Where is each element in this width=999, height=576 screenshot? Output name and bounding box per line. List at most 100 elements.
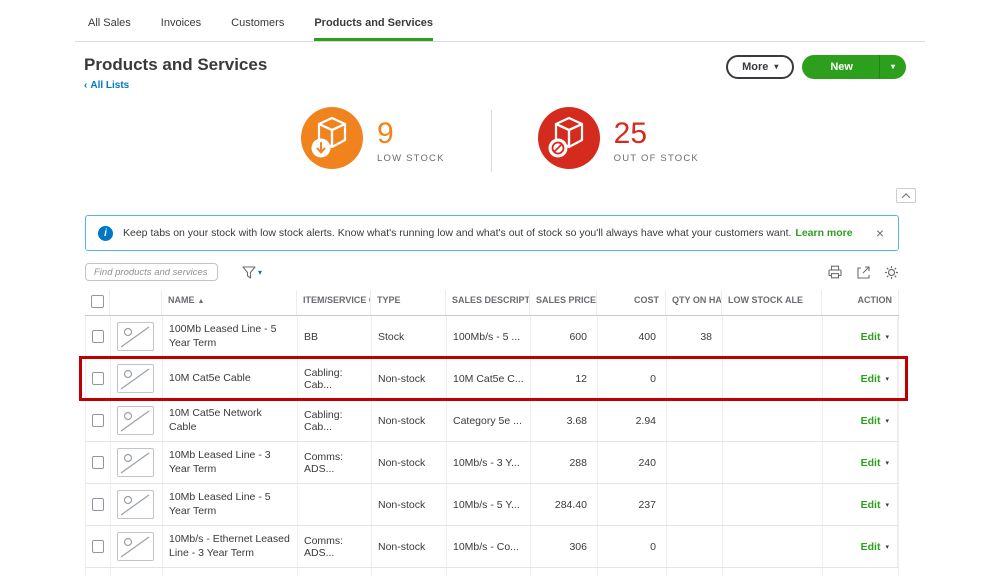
out-of-stock-label: OUT OF STOCK [614,153,699,164]
item-name[interactable]: 10M Cat5e Cable [163,358,298,399]
table-tools [827,265,899,280]
top-tabbar: All Sales Invoices Customers Products an… [75,0,925,42]
row-checkbox-cell [86,442,111,483]
photo-placeholder-icon [117,364,154,393]
header-buttons: More ▾ New ▾ [726,55,906,79]
row-photo-cell [111,526,163,567]
row-photo-cell [111,484,163,525]
back-chevron-icon: ‹ [84,80,87,91]
header-checkbox-cell [85,290,110,315]
collapse-panel-button[interactable] [896,188,916,203]
item-category: Comms: ADS... [298,442,372,483]
funnel-icon [242,266,256,279]
item-description: 100Mb/s - 5 ... [447,316,531,357]
item-cost: 237 [598,484,667,525]
item-category [298,484,372,525]
tab-customers[interactable]: Customers [231,17,284,41]
tab-all-sales[interactable]: All Sales [88,17,131,41]
row-checkbox-cell [86,484,111,525]
column-low-stock-alert[interactable]: LOW STOCK ALE [722,290,822,315]
low-stock-count: 9 [377,117,445,151]
all-lists-link[interactable]: ‹ All Lists [84,80,129,91]
row-action-cell: Edit ▾ [823,526,898,567]
products-table: NAME▲ ITEM/SERVICE C TYPE SALES DESCRIPT… [85,290,899,576]
row-checkbox[interactable] [92,456,104,469]
low-stock-label: LOW STOCK [377,153,445,164]
stock-stats: 9 LOW STOCK 25 [75,93,925,186]
table-header: NAME▲ ITEM/SERVICE C TYPE SALES DESCRIPT… [85,290,899,316]
edit-dropdown-icon[interactable]: ▾ [885,417,889,425]
item-qty-on-hand [667,526,723,567]
column-type[interactable]: TYPE [371,290,446,315]
edit-dropdown-icon[interactable]: ▾ [885,501,889,509]
column-sales-price[interactable]: SALES PRICE [530,290,597,315]
banner-text: Keep tabs on your stock with low stock a… [123,227,853,239]
print-icon[interactable] [827,265,843,279]
close-icon[interactable]: × [874,225,886,241]
page-header: Products and Services ‹ All Lists More ▾… [75,55,925,93]
item-type: Non-stock [372,484,447,525]
tab-invoices[interactable]: Invoices [161,17,201,41]
edit-dropdown-icon[interactable]: ▾ [885,333,889,341]
row-checkbox[interactable] [92,372,104,385]
edit-link[interactable]: Edit [861,457,881,469]
row-checkbox[interactable] [92,498,104,511]
item-cost: 2.94 [598,400,667,441]
table-row: 10Mb Leased Line - 5 Year Term Non-stock… [85,484,899,526]
gear-icon[interactable] [884,265,899,280]
learn-more-link[interactable]: Learn more [795,227,852,239]
export-icon[interactable] [856,265,871,279]
edit-link[interactable]: Edit [861,541,881,553]
edit-link[interactable]: Edit [861,331,881,343]
edit-dropdown-icon[interactable]: ▾ [885,543,889,551]
edit-link[interactable]: Edit [861,373,881,385]
low-stock-stat[interactable]: 9 LOW STOCK [301,107,445,174]
item-low-stock-alert [723,316,823,357]
out-of-stock-stat[interactable]: 25 OUT OF STOCK [538,107,699,174]
item-name[interactable]: 10M Cat5e Network Cable [163,400,298,441]
item-type: Stock [372,316,447,357]
edit-link[interactable]: Edit [861,415,881,427]
out-of-stock-count: 25 [614,117,699,151]
edit-dropdown-icon[interactable]: ▾ [885,459,889,467]
row-action-cell: Edit ▾ [823,400,898,441]
low-stock-text: 9 LOW STOCK [377,117,445,164]
tab-products-and-services[interactable]: Products and Services [314,17,433,41]
item-type: Non-stock [372,358,447,399]
column-cost[interactable]: COST [597,290,666,315]
item-name[interactable]: 100Mb Leased Line - 5 Year Term [163,316,298,357]
item-category: Comms: ADS... [298,526,372,567]
item-type: Non-stock [372,400,447,441]
item-description: Category 5e ... [447,400,531,441]
column-category[interactable]: ITEM/SERVICE C [297,290,371,315]
item-name[interactable]: 10Mb Leased Line - 3 Year Term [163,442,298,483]
photo-placeholder-icon [117,532,154,561]
table-row: 10M Cat5e Cable Cabling: Cab... Non-stoc… [85,358,899,400]
row-checkbox[interactable] [92,540,104,553]
table-row: 100Mb Leased Line - 5 Year Term BB Stock… [85,316,899,358]
edit-link[interactable]: Edit [861,499,881,511]
search-input[interactable] [85,263,218,281]
item-name[interactable]: 10Mb Leased Line - 5 Year Term [163,484,298,525]
more-button[interactable]: More ▾ [726,55,794,79]
row-checkbox[interactable] [92,414,104,427]
new-dropdown-button[interactable]: ▾ [879,55,906,79]
row-checkbox[interactable] [92,330,104,343]
photo-placeholder-icon [117,406,154,435]
select-all-checkbox[interactable] [91,295,104,308]
item-cost: 240 [598,442,667,483]
photo-placeholder-icon [117,448,154,477]
column-name[interactable]: NAME▲ [162,290,297,315]
column-description[interactable]: SALES DESCRIPT [446,290,530,315]
item-sales-price: 12 [531,358,598,399]
collapse-row [75,188,916,203]
item-qty-on-hand [667,484,723,525]
filter-control[interactable]: ▾ [242,266,262,279]
edit-dropdown-icon[interactable]: ▾ [885,375,889,383]
row-photo-cell [111,400,163,441]
item-name[interactable]: 10Mb/s - Ethernet Leased Line - 3 Year T… [163,526,298,567]
column-qty-on-hand[interactable]: QTY ON HAND [666,290,722,315]
new-button[interactable]: New ▾ [802,55,906,79]
item-low-stock-alert [723,400,823,441]
item-cost: 400 [598,316,667,357]
